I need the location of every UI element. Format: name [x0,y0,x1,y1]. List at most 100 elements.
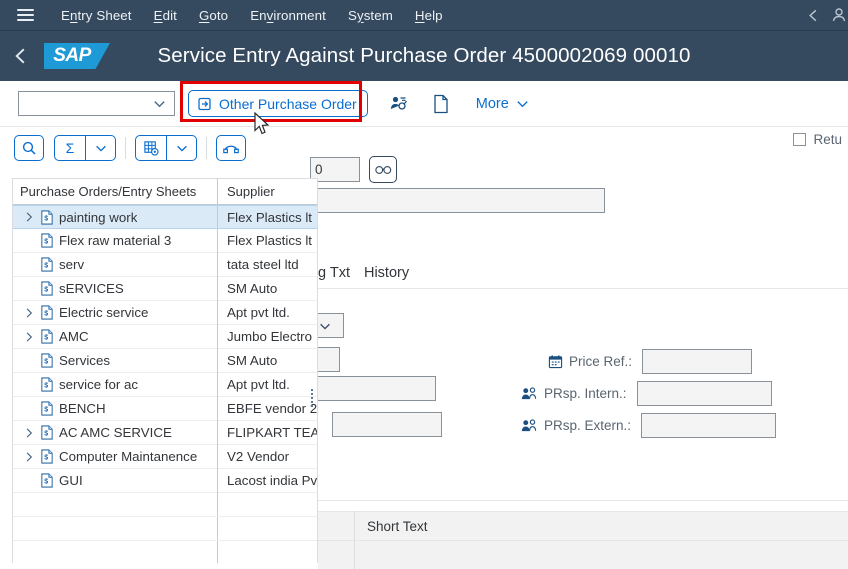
assign-person-icon[interactable] [382,89,416,119]
expand-chevron-icon[interactable] [20,307,37,319]
search-icon[interactable] [14,135,44,161]
nav-back-button[interactable] [0,31,42,81]
row-supplier: V2 Vendor [217,444,317,469]
entry-sheet-document-icon: $ [37,473,56,488]
return-checkbox[interactable] [793,133,807,146]
collapse-all-icon[interactable] [216,135,246,161]
menu-item-help[interactable]: Help [404,4,454,27]
prsp-extern-row: PRsp. Extern.: [521,413,777,438]
row-name: Services [59,353,110,368]
entry-sheet-row: 0 [310,156,397,183]
row-supplier: Apt pvt ltd. [217,300,317,325]
sum-dropdown-icon[interactable] [85,136,115,160]
items-table: Short Text [318,500,848,569]
svg-text:$: $ [44,239,48,246]
empty-table-row [13,517,317,541]
price-ref-field[interactable] [642,349,753,374]
row-name: BENCH [59,401,106,416]
table-row[interactable]: $ BENCH EBFE vendor 2 [13,396,317,421]
svg-text:$: $ [44,431,48,438]
panel-resize-handle[interactable] [308,386,316,410]
row-name: serv [59,257,85,272]
expand-chevron-icon[interactable] [20,331,37,343]
page-title: Service Entry Against Purchase Order 450… [157,44,691,67]
prsp-intern-row: PRsp. Intern.: [521,381,772,406]
main-toolbar: Other Purchase Order More [0,81,848,127]
user-icon[interactable] [830,0,848,31]
menu-bar-right-icons [798,0,848,31]
items-table-header: Short Text [318,511,848,541]
menu-item-edit[interactable]: Edit [143,4,188,27]
list-header-row: Purchase Orders/Entry Sheets Supplier [13,179,317,205]
calendar-icon [548,354,563,369]
expand-chevron-icon[interactable] [20,211,37,223]
menu-item-entry-sheet[interactable]: Entry Sheet [50,4,143,27]
expand-chevron-icon[interactable] [20,427,37,439]
detail-tabs: g Txt History [318,256,848,288]
detail-form-area: Retu 0 g Txt History Price Ref.: PRsp. I… [302,128,848,569]
column-header-purchase-orders[interactable]: Purchase Orders/Entry Sheets [13,179,217,204]
more-button[interactable]: More [476,96,530,112]
return-checkbox-label: Retu [813,132,842,147]
menu-icon[interactable] [8,0,42,31]
description-field[interactable] [308,188,605,213]
people-icon [521,386,538,401]
list-toolbar: Σ [0,128,318,168]
entry-sheet-document-icon: $ [37,425,56,440]
items-table-row[interactable] [318,541,848,569]
sum-button-group: Σ [54,135,116,161]
back-chevron-icon[interactable] [798,0,828,31]
tab-long-txt[interactable]: g Txt [318,265,364,288]
entry-sheet-document-icon: $ [37,377,56,392]
table-row[interactable]: $ Flex raw material 3 Flex Plastics lt [13,228,317,253]
empty-table-row [13,493,317,517]
table-row[interactable]: $ sERVICES SM Auto [13,276,317,301]
table-row[interactable]: $ Computer Maintanence V2 Vendor [13,444,317,469]
table-row[interactable]: $ AMC Jumbo Electro [13,324,317,349]
table-row[interactable]: $ serv tata steel ltd [13,252,317,277]
menu-item-environment[interactable]: Environment [239,4,337,27]
table-row[interactable]: $ painting work Flex Plastics lt [13,205,317,229]
blank-document-icon[interactable] [424,89,458,119]
row-name: AC AMC SERVICE [59,425,172,440]
table-row[interactable]: $ Services SM Auto [13,348,317,373]
entry-sheet-document-icon: $ [37,209,56,225]
entry-sheet-document-icon: $ [37,329,56,344]
glasses-icon[interactable] [369,156,397,183]
row-name: sERVICES [59,281,124,296]
table-row[interactable]: $ service for ac Apt pvt ltd. [13,372,317,397]
row-supplier: tata steel ltd [217,252,317,277]
return-checkbox-row[interactable]: Retu [793,132,842,147]
sum-icon[interactable]: Σ [55,136,85,160]
svg-text:$: $ [44,215,48,222]
svg-text:$: $ [44,287,48,294]
other-purchase-order-button[interactable]: Other Purchase Order [188,90,368,117]
tab-history[interactable]: History [364,265,423,288]
row-name: Computer Maintanence [59,449,198,464]
sap-logo-text: SAP [53,45,91,66]
table-row[interactable]: $ GUI Lacost india Pv [13,468,317,493]
menu-item-system[interactable]: System [337,4,404,27]
menu-bar: Entry Sheet Edit Goto Environment System… [0,0,848,31]
value-field[interactable] [306,376,436,401]
currency-field[interactable] [332,412,442,437]
table-settings-dropdown-icon[interactable] [166,136,196,160]
row-name: GUI [59,473,83,488]
svg-text:$: $ [44,335,48,342]
table-row[interactable]: $ AC AMC SERVICE FLIPKART TEA [13,420,317,445]
svg-text:$: $ [44,359,48,366]
prsp-intern-field[interactable] [636,381,772,406]
table-row[interactable]: $ Electric service Apt pvt ltd. [13,300,317,325]
menu-item-goto[interactable]: Goto [188,4,239,27]
expand-chevron-icon[interactable] [20,451,37,463]
row-name: service for ac [59,377,139,392]
table-settings-icon[interactable] [136,136,166,160]
chevron-down-icon [517,101,528,108]
enter-box-icon [197,96,213,112]
variant-select[interactable] [18,91,175,116]
svg-text:$: $ [44,407,48,414]
prsp-intern-label: PRsp. Intern.: [544,386,627,401]
column-header-supplier[interactable]: Supplier [217,179,317,204]
prsp-extern-field[interactable] [641,413,777,438]
other-purchase-order-label: Other Purchase Order [219,95,357,112]
